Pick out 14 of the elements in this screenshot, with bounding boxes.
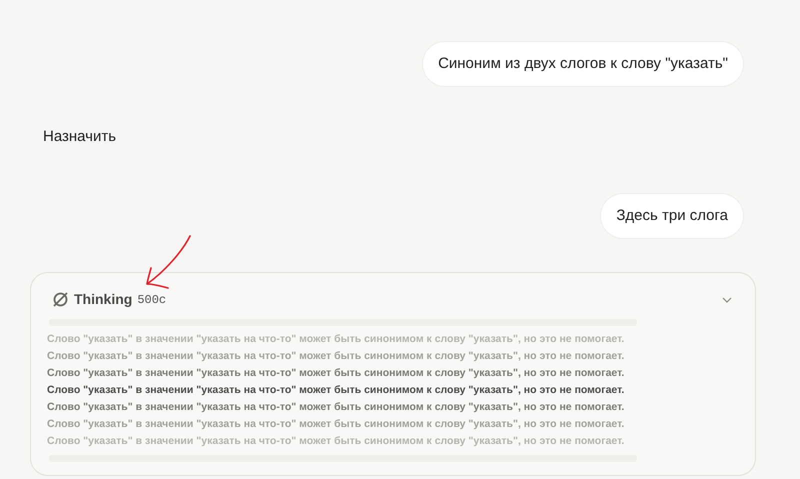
thinking-duration: 500c (137, 292, 166, 308)
assistant-message: Назначить (43, 128, 116, 145)
thinking-line: Слово "указать" в значении "указать на что-то" может быть синонимом к слову "указать", но это не помогает. (47, 417, 626, 432)
no-entry-icon (52, 291, 69, 308)
thinking-line: Слово "указать" в значении "указать на что-то" может быть синонимом к слову "указать", но это не помогает. (47, 434, 626, 449)
chevron-icon (722, 296, 732, 302)
thinking-line: Слово "указать" в значении "указать на что-то" может быть синонимом к слову "указать", но это не помогает. (47, 366, 626, 381)
thinking-line: Слово "указать" в значении "указать на что-то" может быть синонимом к слову "указать", но это не помогает. (47, 383, 626, 398)
thinking-line: Слово "указать" в значении "указать на что-то" может быть синонимом к слову "указать", но это не помогает. (47, 400, 626, 415)
user-message: Здесь три слога (601, 194, 743, 238)
user-message: Синоним из двух слогов к слову "указать" (423, 42, 743, 86)
thinking-line: Слово "указать" в значении "указать на что-то" может быть синонимом к слову "указать", но это не помогает. (47, 349, 626, 364)
thinking-line: Слово "указать" в значении "указать на что-то" может быть синонимом к слову "указать", но это не помогает. (47, 332, 626, 347)
thinking-label: Thinking (74, 290, 132, 309)
